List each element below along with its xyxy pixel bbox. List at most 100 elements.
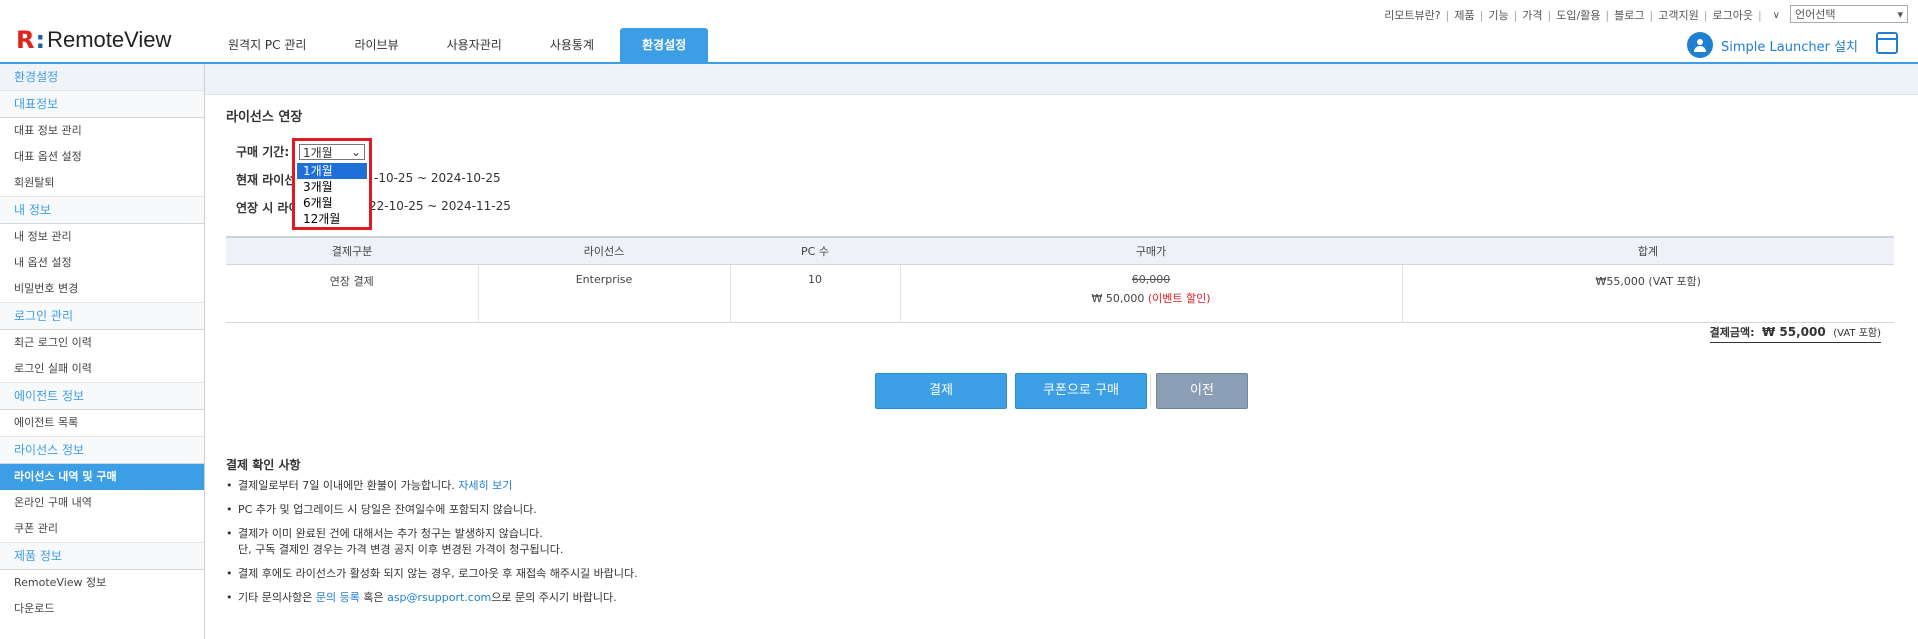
util-link-pricing[interactable]: 가격 — [1522, 7, 1542, 23]
period-option-3[interactable]: 3개월 — [297, 179, 367, 195]
support-email-link[interactable]: asp@rsupport.com — [387, 591, 491, 604]
extended-license-label: 연장 시 라이 — [236, 201, 300, 215]
sidebar-item-download[interactable]: 다운로드 — [0, 596, 204, 622]
period-option-1[interactable]: 1개월 — [297, 163, 367, 179]
note-contact-pre: 기타 문의사항은 — [238, 591, 313, 604]
note-contact: 기타 문의사항은 문의 등록 혹은 asp@rsupport.com으로 문의 … — [226, 590, 638, 606]
previous-button[interactable]: 이전 — [1156, 373, 1248, 409]
inquiry-link[interactable]: 문의 등록 — [316, 591, 360, 604]
content-top-bar — [205, 64, 1918, 95]
sidebar-top-title[interactable]: 환경설정 — [0, 64, 204, 90]
sidebar-item-owner-options[interactable]: 대표 옵션 설정 — [0, 144, 204, 170]
util-link-about[interactable]: 리모트뷰란? — [1384, 7, 1440, 23]
sidebar-item-license-purchase[interactable]: 라이선스 내역 및 구매 — [0, 464, 204, 490]
table-row: 연장 결제 Enterprise 10 60,000 ₩ 50,000 (이벤트… — [226, 264, 1894, 323]
utility-links: 리모트뷰란? | 제품 | 기능 | 가격 | 도입/활용 | 블로그 | 고객지원 | 로그… — [1384, 7, 1780, 23]
note-refund: 결제일로부터 7일 이내에만 환불이 가능합니다. 자세히 보기 — [226, 478, 638, 494]
notes-title: 결제 확인 사항 — [226, 458, 301, 472]
original-price: 60,000 — [1131, 273, 1171, 286]
sidebar-item-coupons[interactable]: 쿠폰 관리 — [0, 516, 204, 542]
logo-mark-icon: R: — [16, 26, 45, 54]
cell-total: ₩55,000 (VAT 포함) — [1595, 275, 1701, 288]
period-option-12[interactable]: 12개월 — [297, 211, 367, 227]
period-option-list: 1개월 3개월 6개월 12개월 — [297, 163, 367, 227]
tab-liveview[interactable]: 라이브뷰 — [332, 28, 420, 62]
button-divider — [1150, 375, 1151, 405]
notes-list: 결제일로부터 7일 이내에만 환불이 가능합니다. 자세히 보기 PC 추가 및… — [226, 478, 638, 614]
util-sep: | — [1513, 8, 1518, 22]
sale-price: ₩ 50,000 — [1091, 292, 1145, 305]
util-link-support[interactable]: 고객지원 — [1658, 7, 1698, 23]
sidebar-item-agent-list[interactable]: 에이전트 목록 — [0, 410, 204, 436]
remoteview-logo[interactable]: R: RemoteView — [16, 26, 172, 54]
note-billing-line2: 단, 구독 결제인 경우는 가격 변경 공지 이후 변경된 가격이 청구됩니다. — [238, 543, 564, 556]
note-billing: 결제가 이미 완료된 건에 대해서는 추가 청구는 발생하지 않습니다. 단, … — [226, 526, 638, 558]
simple-launcher-link[interactable]: Simple Launcher 설치 — [1687, 32, 1858, 58]
chevron-down-icon: ▾ — [1897, 7, 1903, 21]
sidebar-group-agent[interactable]: 에이전트 정보 — [0, 382, 204, 410]
util-link-features[interactable]: 기능 — [1488, 7, 1508, 23]
extended-license-row: 연장 시 라이 22-10-25 ~ 2024-11-25 — [236, 199, 511, 216]
event-discount-note: (이벤트 할인) — [1147, 292, 1211, 305]
payment-total: 결제금액: ₩ 55,000 (VAT 포함) — [1709, 324, 1881, 343]
sidebar-group-product[interactable]: 제품 정보 — [0, 542, 204, 570]
language-select[interactable]: 언어선택 ▾ — [1790, 5, 1908, 23]
sidebar-group-login[interactable]: 로그인 관리 — [0, 302, 204, 330]
util-link-blog[interactable]: 블로그 — [1614, 7, 1644, 23]
note-upgrade: PC 추가 및 업그레이드 시 당일은 잔여일수에 포함되지 않습니다. — [226, 502, 638, 518]
sidebar-group-owner-info[interactable]: 대표정보 — [0, 90, 204, 118]
tab-remote-pc[interactable]: 원격지 PC 관리 — [206, 28, 328, 62]
purchase-period-row: 구매 기간: — [236, 143, 289, 160]
main-nav: 원격지 PC 관리 라이브뷰 사용자관리 사용통계 환경설정 — [206, 28, 712, 62]
coupon-purchase-button[interactable]: 쿠폰으로 구매 — [1015, 373, 1147, 409]
util-link-usecases[interactable]: 도입/활용 — [1556, 7, 1600, 23]
sidebar-item-change-password[interactable]: 비밀번호 변경 — [0, 276, 204, 302]
sidebar-item-recent-login[interactable]: 최근 로그인 이력 — [0, 330, 204, 356]
launcher-person-icon — [1687, 32, 1713, 58]
launcher-label: Simple Launcher 설치 — [1721, 39, 1858, 55]
util-link-product[interactable]: 제품 — [1454, 7, 1474, 23]
details-link[interactable]: 자세히 보기 — [458, 479, 512, 492]
sidebar-item-online-purchases[interactable]: 온라인 구매 내역 — [0, 490, 204, 516]
util-sep: | — [1757, 8, 1762, 22]
sidebar-item-owner-info[interactable]: 대표 정보 관리 — [0, 118, 204, 144]
tab-settings[interactable]: 환경설정 — [620, 28, 709, 62]
sidebar-item-remoteview-info[interactable]: RemoteView 정보 — [0, 570, 204, 596]
pay-button[interactable]: 결제 — [875, 373, 1007, 409]
util-sep: | — [1445, 8, 1450, 22]
util-sep: | — [1479, 8, 1484, 22]
util-sep: | — [1547, 8, 1552, 22]
col-header-license: 라이선스 — [478, 237, 730, 265]
logo-text: RemoteView — [47, 27, 172, 52]
sidebar-item-withdraw[interactable]: 회원탈퇴 — [0, 170, 204, 196]
tab-statistics[interactable]: 사용통계 — [528, 28, 616, 62]
note-activation: 결제 후에도 라이선스가 활성화 되지 않는 경우, 로그아웃 후 재접속 해주… — [226, 566, 638, 582]
sale-price-line: ₩ 50,000 (이벤트 할인) — [902, 290, 1401, 306]
current-license-value: -10-25 ~ 2024-10-25 — [374, 171, 501, 185]
current-license-row: 현재 라이선 -10-25 ~ 2024-10-25 — [236, 171, 501, 188]
period-dropdown-highlight: 1개월 ⌄ 1개월 3개월 6개월 12개월 — [292, 138, 372, 230]
current-license-label: 현재 라이선 — [236, 173, 296, 187]
sidebar-item-my-info[interactable]: 내 정보 관리 — [0, 224, 204, 250]
sidebar-item-my-options[interactable]: 내 옵션 설정 — [0, 250, 204, 276]
cell-type: 연장 결제 — [226, 264, 479, 323]
sidebar-group-my-info[interactable]: 내 정보 — [0, 196, 204, 224]
tab-users[interactable]: 사용자관리 — [425, 28, 524, 62]
col-header-price: 구매가 — [900, 237, 1402, 265]
note-billing-line1: 결제가 이미 완료된 건에 대해서는 추가 청구는 발생하지 않습니다. — [238, 527, 543, 540]
col-header-pc-count: PC 수 — [730, 237, 900, 265]
note-contact-mid: 혹은 — [363, 591, 384, 604]
period-select-value: 1개월 — [303, 145, 333, 160]
note-refund-text: 결제일로부터 7일 이내에만 환불이 가능합니다. — [238, 479, 455, 492]
license-table: 결제구분 라이선스 PC 수 구매가 합계 연장 결제 Enterprise 1… — [226, 236, 1894, 323]
util-link-logout[interactable]: 로그아웃 — [1712, 7, 1752, 23]
window-icon[interactable] — [1876, 32, 1898, 54]
payment-total-vat: (VAT 포함) — [1833, 328, 1881, 339]
chevron-down-icon[interactable]: ∨ — [1773, 10, 1780, 21]
sidebar-group-license[interactable]: 라이선스 정보 — [0, 436, 204, 464]
payment-total-label: 결제금액: — [1709, 326, 1755, 339]
period-option-6[interactable]: 6개월 — [297, 195, 367, 211]
period-select[interactable]: 1개월 ⌄ — [299, 144, 365, 160]
purchase-period-label: 구매 기간: — [236, 145, 290, 159]
sidebar-item-login-failures[interactable]: 로그인 실패 이력 — [0, 356, 204, 382]
